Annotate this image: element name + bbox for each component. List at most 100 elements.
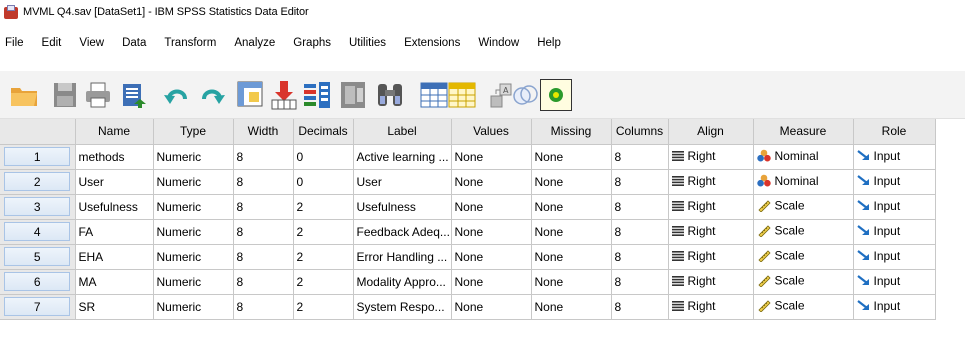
cell-values[interactable]: None: [451, 219, 532, 245]
cell-name[interactable]: FA: [75, 219, 154, 245]
column-header-role[interactable]: Role: [853, 119, 936, 145]
menu-graphs[interactable]: Graphs: [291, 37, 333, 49]
cell-label[interactable]: Feedback Adeq...: [353, 219, 452, 245]
cell-columns[interactable]: 8: [611, 219, 669, 245]
menu-window[interactable]: Window: [476, 37, 521, 49]
cell-measure[interactable]: Nominal: [753, 144, 854, 170]
cell-missing[interactable]: None: [531, 244, 612, 270]
row-number-button[interactable]: 4: [0, 219, 76, 245]
cell-values[interactable]: None: [451, 144, 532, 170]
cell-missing[interactable]: None: [531, 219, 612, 245]
cell-label[interactable]: Active learning ...: [353, 144, 452, 170]
cell-align[interactable]: Right: [668, 144, 754, 170]
menu-help[interactable]: Help: [535, 37, 563, 49]
run-descriptives-icon[interactable]: [337, 79, 369, 111]
column-header-decimals[interactable]: Decimals: [293, 119, 354, 145]
cell-role[interactable]: Input: [853, 244, 936, 270]
cell-label[interactable]: Usefulness: [353, 194, 452, 220]
cell-type[interactable]: Numeric: [153, 244, 234, 270]
cell-role[interactable]: Input: [853, 194, 936, 220]
cell-align[interactable]: Right: [668, 169, 754, 195]
insert-variable-icon[interactable]: [446, 79, 478, 111]
undo-icon[interactable]: [161, 79, 193, 111]
cell-type[interactable]: Numeric: [153, 144, 234, 170]
row-number-button[interactable]: 6: [0, 269, 76, 295]
cell-name[interactable]: SR: [75, 294, 154, 320]
cell-type[interactable]: Numeric: [153, 219, 234, 245]
cell-missing[interactable]: None: [531, 169, 612, 195]
cell-width[interactable]: 8: [233, 144, 294, 170]
cell-name[interactable]: EHA: [75, 244, 154, 270]
cell-decimals[interactable]: 0: [293, 144, 354, 170]
cell-role[interactable]: Input: [853, 269, 936, 295]
cell-label[interactable]: System Respo...: [353, 294, 452, 320]
cell-align[interactable]: Right: [668, 294, 754, 320]
column-header-align[interactable]: Align: [668, 119, 754, 145]
cell-role[interactable]: Input: [853, 169, 936, 195]
cell-columns[interactable]: 8: [611, 144, 669, 170]
cell-role[interactable]: Input: [853, 219, 936, 245]
cell-columns[interactable]: 8: [611, 194, 669, 220]
cell-width[interactable]: 8: [233, 269, 294, 295]
row-number-button[interactable]: 1: [0, 144, 76, 170]
cell-label[interactable]: Error Handling ...: [353, 244, 452, 270]
value-labels-icon[interactable]: [540, 79, 572, 111]
menu-edit[interactable]: Edit: [40, 37, 64, 49]
cell-missing[interactable]: None: [531, 294, 612, 320]
cell-role[interactable]: Input: [853, 144, 936, 170]
cell-label[interactable]: Modality Appro...: [353, 269, 452, 295]
column-header-measure[interactable]: Measure: [753, 119, 854, 145]
cell-missing[interactable]: None: [531, 194, 612, 220]
cell-align[interactable]: Right: [668, 219, 754, 245]
cell-decimals[interactable]: 2: [293, 194, 354, 220]
cell-measure[interactable]: Scale: [753, 244, 854, 270]
cell-values[interactable]: None: [451, 294, 532, 320]
cell-width[interactable]: 8: [233, 244, 294, 270]
menu-file[interactable]: File: [3, 37, 26, 49]
cell-decimals[interactable]: 2: [293, 269, 354, 295]
find-icon[interactable]: [374, 79, 406, 111]
cell-decimals[interactable]: 2: [293, 219, 354, 245]
cell-measure[interactable]: Nominal: [753, 169, 854, 195]
go-to-variable-icon[interactable]: [268, 79, 300, 111]
cell-values[interactable]: None: [451, 169, 532, 195]
cell-values[interactable]: None: [451, 194, 532, 220]
cell-type[interactable]: Numeric: [153, 169, 234, 195]
cell-columns[interactable]: 8: [611, 269, 669, 295]
cell-width[interactable]: 8: [233, 219, 294, 245]
corner-header[interactable]: [0, 119, 76, 145]
cell-measure[interactable]: Scale: [753, 219, 854, 245]
menu-utilities[interactable]: Utilities: [347, 37, 388, 49]
cell-width[interactable]: 8: [233, 294, 294, 320]
row-number-button[interactable]: 5: [0, 244, 76, 270]
redo-icon[interactable]: [196, 79, 228, 111]
column-header-name[interactable]: Name: [75, 119, 154, 145]
cell-values[interactable]: None: [451, 244, 532, 270]
cell-role[interactable]: Input: [853, 294, 936, 320]
cell-name[interactable]: Usefulness: [75, 194, 154, 220]
cell-decimals[interactable]: 2: [293, 244, 354, 270]
variables-icon[interactable]: [301, 79, 333, 111]
cell-decimals[interactable]: 0: [293, 169, 354, 195]
cell-columns[interactable]: 8: [611, 169, 669, 195]
cell-measure[interactable]: Scale: [753, 269, 854, 295]
menu-transform[interactable]: Transform: [162, 37, 218, 49]
cell-missing[interactable]: None: [531, 144, 612, 170]
go-to-case-icon[interactable]: [235, 79, 267, 111]
cell-missing[interactable]: None: [531, 269, 612, 295]
cell-measure[interactable]: Scale: [753, 294, 854, 320]
cell-name[interactable]: methods: [75, 144, 154, 170]
menu-extensions[interactable]: Extensions: [402, 37, 462, 49]
row-number-button[interactable]: 3: [0, 194, 76, 220]
cell-align[interactable]: Right: [668, 194, 754, 220]
cell-align[interactable]: Right: [668, 269, 754, 295]
column-header-missing[interactable]: Missing: [531, 119, 612, 145]
cell-name[interactable]: MA: [75, 269, 154, 295]
cell-columns[interactable]: 8: [611, 244, 669, 270]
column-header-label[interactable]: Label: [353, 119, 452, 145]
menu-analyze[interactable]: Analyze: [232, 37, 277, 49]
cell-type[interactable]: Numeric: [153, 194, 234, 220]
cell-type[interactable]: Numeric: [153, 269, 234, 295]
column-header-width[interactable]: Width: [233, 119, 294, 145]
cell-columns[interactable]: 8: [611, 294, 669, 320]
